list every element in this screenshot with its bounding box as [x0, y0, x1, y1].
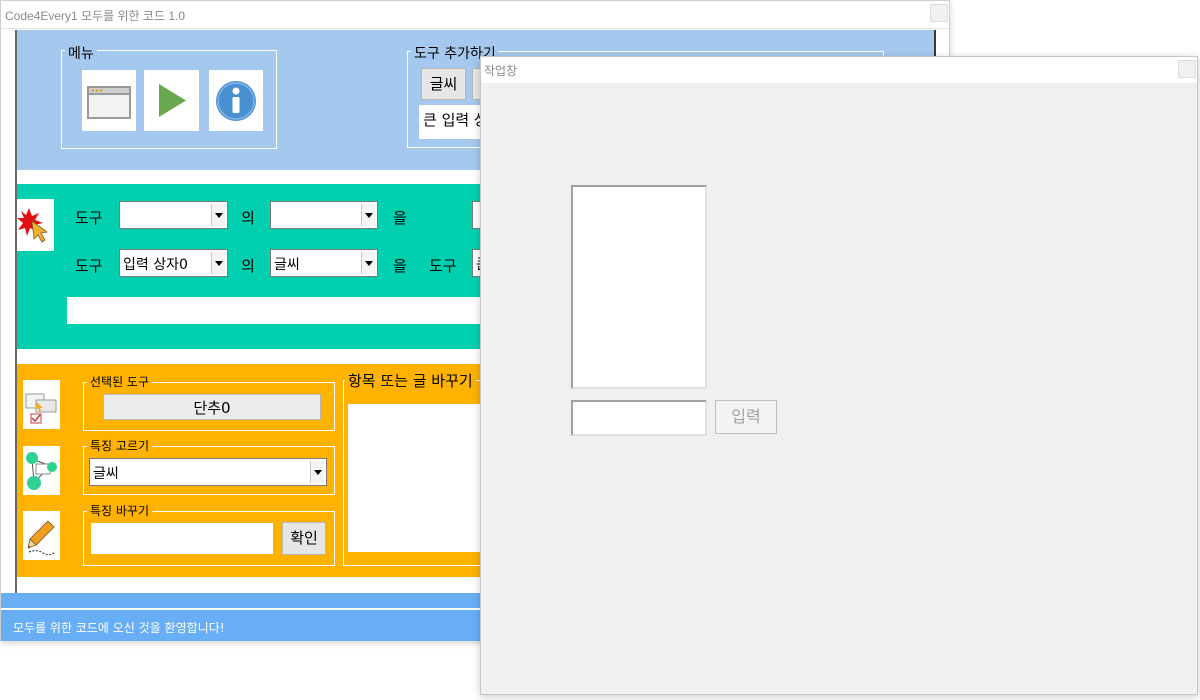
window-icon[interactable] — [82, 70, 136, 131]
selected-tool-label: 선택된 도구 — [87, 373, 153, 390]
row2-tool-combo-value: 입력 상자0 — [123, 257, 188, 273]
change-feature-label: 특징 바꾸기 — [87, 502, 153, 519]
chevron-down-icon[interactable] — [211, 204, 225, 226]
feature-nodes-icon — [23, 446, 60, 495]
feature-combo[interactable]: 글씨 — [89, 458, 327, 486]
status-message: 모두를 위한 코드에 오신 것을 환영합니다! — [13, 621, 225, 635]
work-window-title: 작업창 — [484, 64, 518, 78]
main-titlebar[interactable]: Code4Every1 모두를 위한 코드 1.0 — [1, 1, 949, 29]
pencil-icon — [23, 511, 60, 560]
row2-property-combo-value: 글씨 — [274, 257, 300, 273]
main-window-title: Code4Every1 모두를 위한 코드 1.0 — [5, 9, 186, 23]
work-input-field[interactable] — [571, 400, 707, 436]
work-window: 작업창 입력 — [480, 56, 1198, 695]
chevron-down-icon[interactable] — [361, 204, 375, 226]
row2-property-combo[interactable]: 글씨 — [270, 249, 378, 277]
chevron-down-icon[interactable] — [310, 461, 324, 483]
row1-tool-combo[interactable] — [119, 201, 228, 229]
menu-label: 메뉴 — [65, 43, 97, 63]
work-listbox[interactable] — [571, 185, 707, 389]
chevron-down-icon[interactable] — [361, 252, 375, 274]
work-titlebar[interactable]: 작업창 — [481, 57, 1197, 83]
feature-value-input[interactable] — [91, 523, 273, 554]
confirm-button[interactable]: 확인 — [282, 522, 326, 555]
event-code-field[interactable] — [67, 297, 497, 324]
row2-tool-label-2: 도구 — [429, 257, 457, 275]
info-icon[interactable] — [209, 70, 263, 131]
row1-tool-label: 도구 — [75, 209, 103, 227]
row1-of-label: 의 — [241, 209, 255, 227]
feature-combo-value: 글씨 — [93, 466, 119, 482]
select-tool-icon — [23, 380, 60, 429]
row2-of-label: 의 — [241, 257, 255, 275]
change-items-label: 항목 또는 글 바꾸기 — [345, 370, 476, 391]
click-burst-icon — [17, 199, 54, 251]
items-textarea[interactable] — [348, 404, 498, 552]
row2-tool-label: 도구 — [75, 257, 103, 275]
row1-property-combo[interactable] — [270, 201, 378, 229]
row2-tool-combo[interactable]: 입력 상자0 — [119, 249, 228, 277]
input-button[interactable]: 입력 — [715, 400, 777, 434]
text-tool-button[interactable]: 글씨 — [421, 68, 466, 100]
selected-tool-value[interactable]: 단추0 — [103, 394, 321, 420]
choose-feature-label: 특징 고르기 — [87, 437, 153, 454]
main-close-button[interactable] — [930, 4, 948, 22]
play-icon[interactable] — [144, 70, 199, 131]
row2-eul-label: 을 — [393, 257, 407, 275]
work-close-button[interactable] — [1178, 60, 1196, 78]
row1-eul-label: 을 — [393, 209, 407, 227]
chevron-down-icon[interactable] — [211, 252, 225, 274]
